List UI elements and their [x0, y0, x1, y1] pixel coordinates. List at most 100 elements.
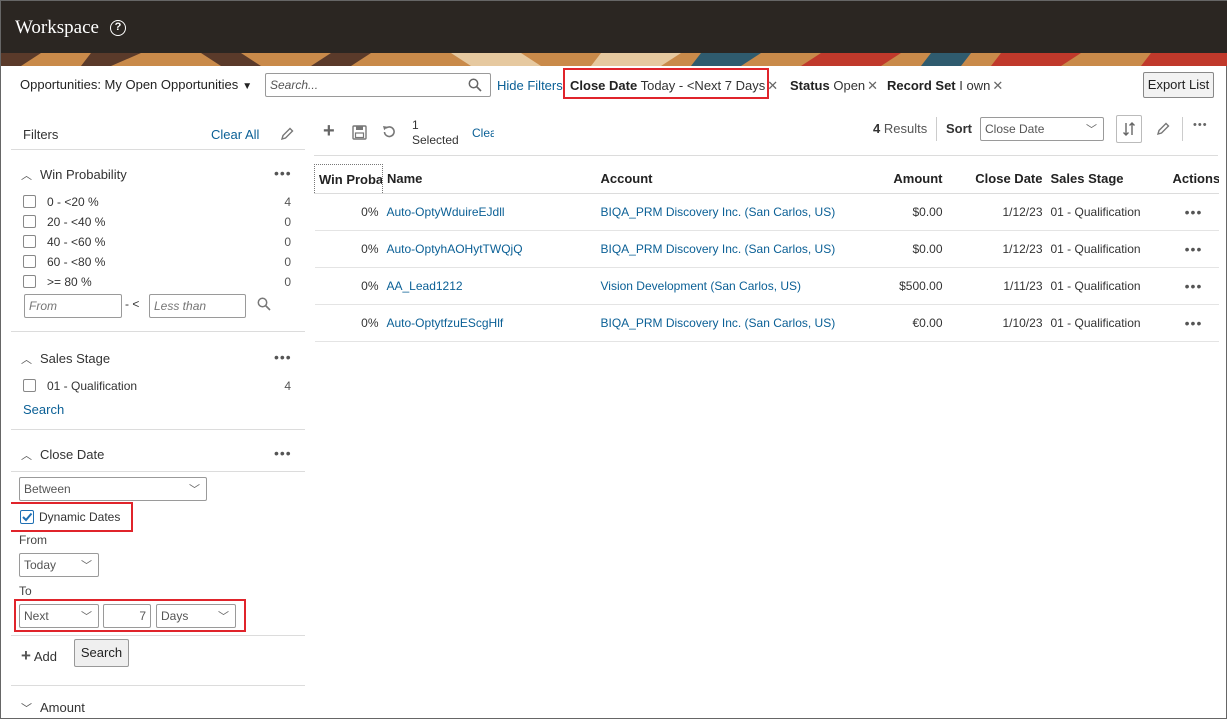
saved-search-label: Opportunities: My Open Opportunities [20, 77, 239, 92]
section-header-amount[interactable]: ﹀ Amount [21, 700, 85, 716]
remove-chip-icon[interactable]: ✕ [867, 78, 878, 93]
operator-select[interactable]: Between ﹀ [19, 477, 207, 501]
more-options-icon[interactable]: ••• [274, 165, 292, 181]
export-list-button[interactable]: Export List [1143, 72, 1214, 98]
section-header-close-date[interactable]: ︿ Close Date [21, 447, 104, 463]
sort-direction-button[interactable] [1116, 115, 1142, 143]
filter-chip-status[interactable]: Status Open ✕ [790, 78, 878, 94]
row-actions-icon[interactable]: ••• [1168, 304, 1219, 342]
column-header-sales-stage[interactable]: Sales Stage [1046, 164, 1169, 194]
filters-title: Filters [23, 127, 59, 142]
checkmark-icon [22, 512, 33, 522]
clear-selection-link[interactable]: Clear [472, 126, 494, 140]
cell-amount: $0.00 [866, 230, 947, 268]
cell-close-date: 1/10/23 [946, 304, 1047, 342]
dynamic-dates-checkbox[interactable] [20, 510, 34, 524]
account-link[interactable]: BIQA_PRM Discovery Inc. (San Carlos, US) [596, 304, 867, 342]
table-row[interactable]: 0% Auto-OptyWduireEJdll BIQA_PRM Discove… [314, 193, 1219, 231]
from-select[interactable]: Today ﹀ [19, 553, 99, 577]
header-bar [1, 1, 1227, 53]
table-row[interactable]: 0% AA_Lead1212 Vision Development (San C… [314, 267, 1219, 305]
saved-search-dropdown[interactable]: Opportunities: My Open Opportunities ▼ [20, 77, 252, 92]
section-title: Close Date [40, 447, 105, 462]
search-icon[interactable] [468, 78, 482, 92]
checkbox[interactable] [23, 235, 36, 248]
account-link[interactable]: Vision Development (San Carlos, US) [596, 267, 867, 305]
chip-label: Record Set [887, 78, 956, 93]
cell-win-probability: 0% [314, 193, 383, 231]
add-label: Add [33, 649, 57, 664]
cell-sales-stage: 01 - Qualification [1046, 267, 1169, 305]
column-header-win-probability[interactable]: Win Probability [314, 164, 383, 194]
column-header-close-date[interactable]: Close Date [946, 164, 1047, 194]
pencil-icon[interactable] [279, 126, 295, 142]
checkbox[interactable] [23, 255, 36, 268]
account-link[interactable]: BIQA_PRM Discovery Inc. (San Carlos, US) [596, 193, 867, 231]
checkbox[interactable] [23, 215, 36, 228]
row-actions-icon[interactable]: ••• [1168, 267, 1219, 305]
search-icon[interactable] [257, 297, 271, 311]
column-header-name[interactable]: Name [382, 164, 597, 194]
column-header-amount[interactable]: Amount [866, 164, 947, 194]
unit-select[interactable]: Days ﹀ [156, 604, 236, 628]
cell-amount: $500.00 [866, 267, 947, 305]
less-than-input[interactable] [149, 294, 246, 318]
section-title: Win Probability [40, 167, 127, 182]
cell-win-probability: 0% [314, 304, 383, 342]
help-circle-icon[interactable]: ? [110, 20, 126, 36]
opportunity-name-link[interactable]: Auto-OptytfzuEScgHlf [382, 304, 597, 342]
account-link[interactable]: BIQA_PRM Discovery Inc. (San Carlos, US) [596, 230, 867, 268]
from-label: From [19, 533, 47, 547]
cell-close-date: 1/11/23 [946, 267, 1047, 305]
count: 0 [284, 275, 291, 289]
more-options-icon[interactable]: ••• [274, 349, 292, 365]
column-header-account[interactable]: Account [596, 164, 867, 194]
direction-select[interactable]: Next ﹀ [19, 604, 99, 628]
chip-value: Open [833, 78, 866, 93]
table-row[interactable]: 0% Auto-OptytfzuEScgHlf BIQA_PRM Discove… [314, 304, 1219, 342]
opportunity-name-link[interactable]: Auto-OptyhAOHytTWQjQ [382, 230, 597, 268]
more-options-icon[interactable]: ••• [1193, 119, 1208, 131]
row-actions-icon[interactable]: ••• [1168, 230, 1219, 268]
highlight-box [563, 68, 769, 99]
select-value: Days [161, 609, 189, 623]
sales-stage-search-link[interactable]: Search [23, 402, 64, 417]
opportunity-name-link[interactable]: AA_Lead1212 [382, 267, 597, 305]
from-input[interactable] [24, 294, 122, 318]
filter-chip-record-set[interactable]: Record Set I own ✕ [887, 78, 1003, 94]
remove-chip-icon[interactable]: ✕ [992, 78, 1003, 93]
checkbox-label: 01 - Qualification [47, 379, 138, 393]
section-title: Amount [40, 700, 85, 715]
hide-filters-link[interactable]: Hide Filters [497, 78, 563, 93]
chip-label: Status [790, 78, 830, 93]
search-button[interactable]: Search [74, 639, 129, 667]
select-value: Next [24, 609, 49, 623]
cell-sales-stage: 01 - Qualification [1046, 193, 1169, 231]
checkbox[interactable] [23, 275, 36, 288]
select-value: Today [24, 558, 57, 572]
chevron-down-icon: ﹀ [21, 703, 32, 715]
divider [936, 117, 937, 141]
cell-win-probability: 0% [314, 267, 383, 305]
more-options-icon[interactable]: ••• [274, 445, 292, 461]
opportunity-name-link[interactable]: Auto-OptyWduireEJdll [382, 193, 597, 231]
add-button[interactable]: + Add [21, 646, 57, 666]
checkbox[interactable] [23, 379, 36, 392]
dynamic-dates-label: Dynamic Dates [39, 510, 121, 524]
save-icon[interactable] [352, 125, 367, 140]
search-input[interactable] [270, 75, 466, 95]
row-actions-icon[interactable]: ••• [1168, 193, 1219, 231]
cell-sales-stage: 01 - Qualification [1046, 230, 1169, 268]
amount-input[interactable]: 7 [103, 604, 151, 628]
sort-select[interactable]: Close Date ﹀ [980, 117, 1104, 141]
checkbox-label: 20 - <40 % [47, 215, 106, 229]
section-header-win-probability[interactable]: ︿ Win Probability [21, 167, 127, 183]
checkbox[interactable] [23, 195, 36, 208]
clear-all-link[interactable]: Clear All [211, 127, 259, 142]
table-row[interactable]: 0% Auto-OptyhAOHytTWQjQ BIQA_PRM Discove… [314, 230, 1219, 268]
select-value: Close Date [985, 122, 1045, 136]
section-header-sales-stage[interactable]: ︿ Sales Stage [21, 351, 110, 367]
refresh-icon[interactable] [381, 124, 397, 140]
pencil-icon[interactable] [1155, 121, 1171, 137]
add-icon[interactable]: + [323, 120, 335, 143]
